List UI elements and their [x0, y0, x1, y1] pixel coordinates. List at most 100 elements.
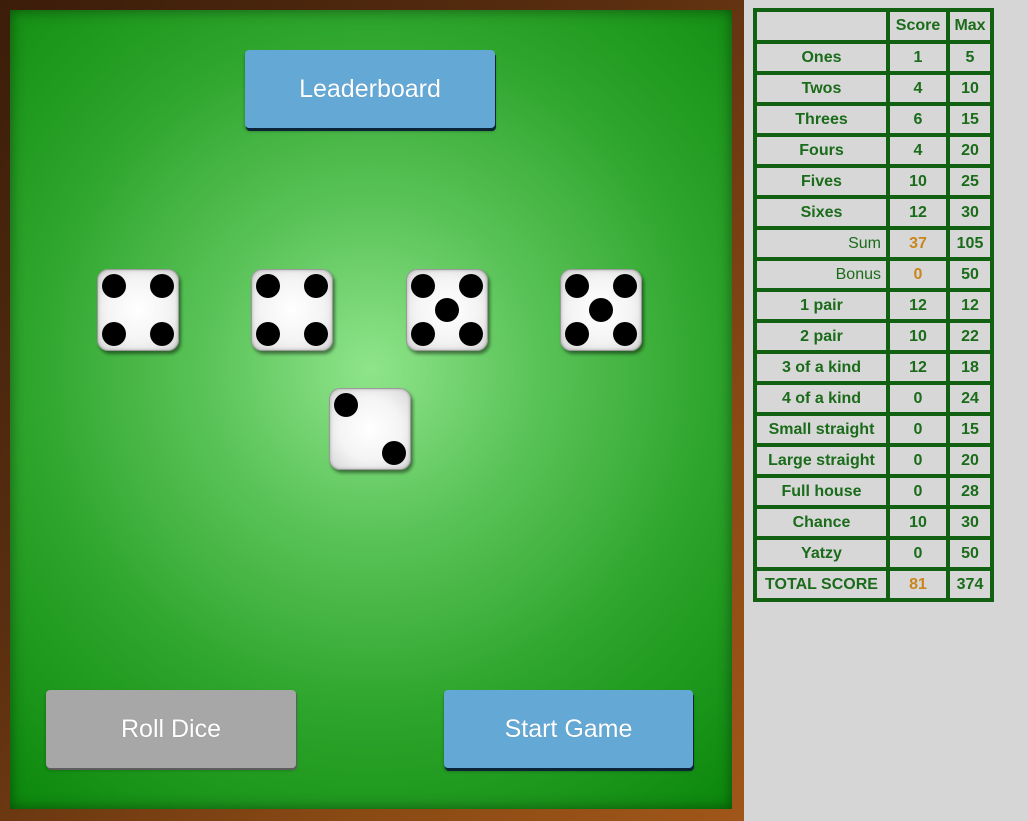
row-score[interactable]: 4 — [890, 75, 946, 102]
die-5[interactable] — [329, 388, 411, 470]
die-pip — [256, 322, 280, 346]
leaderboard-button[interactable]: Leaderboard — [245, 50, 495, 128]
row-max: 105 — [950, 230, 990, 257]
row-label: Chance — [757, 509, 886, 536]
die-pip — [565, 274, 589, 298]
row-max: 30 — [950, 199, 990, 226]
row-score[interactable]: 4 — [890, 137, 946, 164]
scorecard-header-row: Score Max — [757, 12, 990, 40]
row-max: 24 — [950, 385, 990, 412]
row-max: 22 — [950, 323, 990, 350]
row-label: TOTAL SCORE — [757, 571, 886, 598]
start-game-button[interactable]: Start Game — [444, 690, 693, 768]
row-score[interactable]: 10 — [890, 509, 946, 536]
row-score[interactable]: 12 — [890, 199, 946, 226]
row-score[interactable]: 0 — [890, 416, 946, 443]
row-score[interactable]: 0 — [890, 385, 946, 412]
row-max: 20 — [950, 137, 990, 164]
die-2[interactable] — [251, 269, 333, 351]
row-max: 18 — [950, 354, 990, 381]
row-max: 374 — [950, 571, 990, 598]
row-label: Bonus — [757, 261, 886, 288]
row-label: Sixes — [757, 199, 886, 226]
die-pip — [565, 322, 589, 346]
scorecard-row[interactable]: 2 pair 10 22 — [757, 323, 990, 350]
row-max: 25 — [950, 168, 990, 195]
row-label: Full house — [757, 478, 886, 505]
row-max: 10 — [950, 75, 990, 102]
die-pip — [150, 274, 174, 298]
scorecard-row[interactable]: Full house 0 28 — [757, 478, 990, 505]
roll-dice-button[interactable]: Roll Dice — [46, 690, 296, 768]
die-pip — [411, 322, 435, 346]
row-max: 28 — [950, 478, 990, 505]
scorecard-row[interactable]: 3 of a kind 12 18 — [757, 354, 990, 381]
row-label: Twos — [757, 75, 886, 102]
die-pip — [102, 274, 126, 298]
row-label: 3 of a kind — [757, 354, 886, 381]
die-pip — [304, 274, 328, 298]
die-pip — [613, 274, 637, 298]
row-score[interactable]: 0 — [890, 447, 946, 474]
row-label: Threes — [757, 106, 886, 133]
row-label: 4 of a kind — [757, 385, 886, 412]
scorecard-row[interactable]: Sum 37 105 — [757, 230, 990, 257]
die-pip — [411, 274, 435, 298]
row-label: Large straight — [757, 447, 886, 474]
row-max: 20 — [950, 447, 990, 474]
row-score[interactable]: 12 — [890, 292, 946, 319]
scorecard-row[interactable]: TOTAL SCORE 81 374 — [757, 571, 990, 598]
scorecard-row[interactable]: Yatzy 0 50 — [757, 540, 990, 567]
die-pip — [589, 298, 613, 322]
die-pip — [382, 441, 406, 465]
row-label: Fives — [757, 168, 886, 195]
scorecard-row[interactable]: Bonus 0 50 — [757, 261, 990, 288]
row-label: 1 pair — [757, 292, 886, 319]
row-score[interactable]: 81 — [890, 571, 946, 598]
die-pip — [304, 322, 328, 346]
row-score[interactable]: 0 — [890, 261, 946, 288]
scorecard-row[interactable]: Twos 4 10 — [757, 75, 990, 102]
row-score[interactable]: 37 — [890, 230, 946, 257]
die-pip — [150, 322, 174, 346]
row-score[interactable]: 0 — [890, 478, 946, 505]
row-score[interactable]: 0 — [890, 540, 946, 567]
die-4[interactable] — [560, 269, 642, 351]
die-1[interactable] — [97, 269, 179, 351]
header-max: Max — [950, 12, 990, 40]
scorecard-row[interactable]: Ones 1 5 — [757, 44, 990, 71]
row-label: Fours — [757, 137, 886, 164]
row-score[interactable]: 12 — [890, 354, 946, 381]
scorecard-row[interactable]: Fives 10 25 — [757, 168, 990, 195]
scorecard-row[interactable]: Threes 6 15 — [757, 106, 990, 133]
row-label: 2 pair — [757, 323, 886, 350]
row-max: 15 — [950, 416, 990, 443]
scorecard-row[interactable]: Fours 4 20 — [757, 137, 990, 164]
row-max: 30 — [950, 509, 990, 536]
die-pip — [459, 322, 483, 346]
row-max: 15 — [950, 106, 990, 133]
row-score[interactable]: 10 — [890, 323, 946, 350]
row-score[interactable]: 1 — [890, 44, 946, 71]
die-pip — [459, 274, 483, 298]
scorecard-table: Score Max Ones 1 5 Twos 4 10 Threes 6 15 Fours 4 20… — [753, 8, 994, 602]
row-score[interactable]: 10 — [890, 168, 946, 195]
row-label: Yatzy — [757, 540, 886, 567]
row-max: 12 — [950, 292, 990, 319]
scorecard-row[interactable]: 1 pair 12 12 — [757, 292, 990, 319]
row-label: Ones — [757, 44, 886, 71]
scorecard-row[interactable]: Sixes 12 30 — [757, 199, 990, 226]
header-score: Score — [890, 12, 946, 40]
die-pip — [613, 322, 637, 346]
die-3[interactable] — [406, 269, 488, 351]
scorecard-row[interactable]: Small straight 0 15 — [757, 416, 990, 443]
die-pip — [102, 322, 126, 346]
scorecard-row[interactable]: Large straight 0 20 — [757, 447, 990, 474]
row-max: 50 — [950, 540, 990, 567]
die-pip — [334, 393, 358, 417]
scorecard-row[interactable]: Chance 10 30 — [757, 509, 990, 536]
die-pip — [435, 298, 459, 322]
row-max: 50 — [950, 261, 990, 288]
scorecard-row[interactable]: 4 of a kind 0 24 — [757, 385, 990, 412]
row-score[interactable]: 6 — [890, 106, 946, 133]
